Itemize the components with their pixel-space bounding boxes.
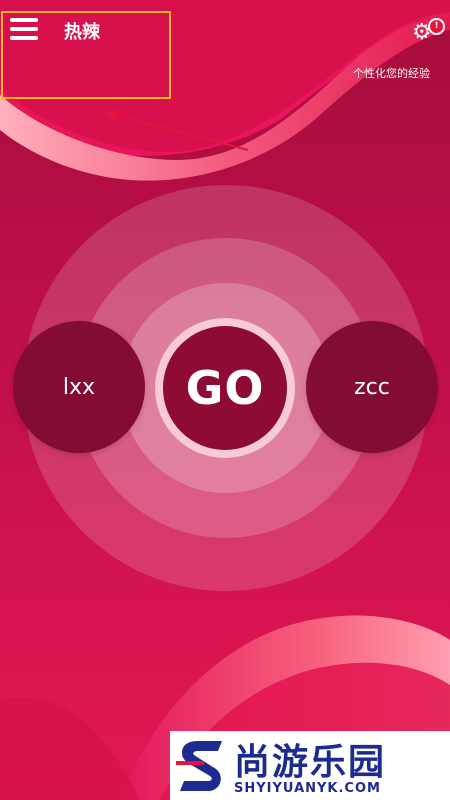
- go-button[interactable]: GO: [155, 318, 295, 458]
- left-player-button[interactable]: lxx: [13, 321, 145, 453]
- brand-logo-icon: [176, 741, 222, 791]
- go-label: GO: [185, 361, 265, 415]
- settings-caption: 个性化您的经验: [353, 67, 430, 80]
- watermark-brand: 尚游乐园: [234, 742, 387, 783]
- settings-button[interactable]: ⚙ !: [412, 18, 446, 46]
- left-player-label: lxx: [62, 374, 96, 400]
- page-title: 热辣: [64, 22, 100, 43]
- top-bar: 热辣 ⚙ ! 个性化您的经验: [0, 0, 450, 110]
- right-player-button[interactable]: zcc: [306, 321, 438, 453]
- hamburger-menu-icon[interactable]: [10, 18, 38, 40]
- alert-badge-icon: !: [428, 18, 445, 35]
- go-button-inner: GO: [163, 326, 287, 450]
- right-player-label: zcc: [354, 374, 390, 400]
- app-screen: 热辣 ⚙ ! 个性化您的经验 lxx GO zcc 尚游乐园 SHYIYUANY…: [0, 0, 450, 800]
- watermark: 尚游乐园 SHYIYUANYK.COM: [170, 731, 450, 800]
- watermark-url: SHYIYUANYK.COM: [234, 781, 381, 796]
